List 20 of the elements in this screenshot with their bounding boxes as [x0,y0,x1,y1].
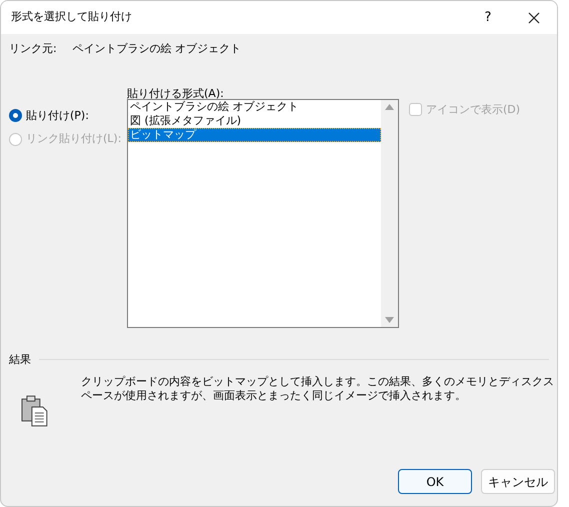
list-item[interactable]: 図 (拡張メタファイル) [128,114,381,128]
scroll-down-icon[interactable] [385,316,394,322]
radio-button[interactable] [9,109,22,122]
scroll-up-icon[interactable] [385,104,394,110]
list-item[interactable]: ペイントブラシの絵 オブジェクト [128,100,381,114]
result-description: クリップボードの内容をビットマップとして挿入します。この結果、多くのメモリとディスクスペースが使用されますが、画面表示とまったく同じイメージで挿入されます。 [80,375,555,404]
scrollbar[interactable] [381,100,398,326]
radio-label[interactable]: 貼り付け(P): [26,108,89,124]
result-heading: 結果 [9,352,31,368]
source-label: リンク元: [9,41,57,57]
list-item[interactable]: ビットマップ [128,128,381,142]
format-listbox[interactable]: ペイントブラシの絵 オブジェクト 図 (拡張メタファイル) ビットマップ [127,98,399,328]
close-icon [528,12,540,24]
window-title: 形式を選択して貼り付け [11,9,132,26]
cancel-button[interactable]: キャンセル [481,469,555,494]
help-button[interactable]: ? [465,1,511,34]
source-value: ペイントブラシの絵 オブジェクト [72,41,242,57]
format-list-label: 貼り付ける形式(A): [127,88,225,100]
ok-button[interactable]: OK [398,469,472,494]
clipboard-icon [21,395,49,427]
